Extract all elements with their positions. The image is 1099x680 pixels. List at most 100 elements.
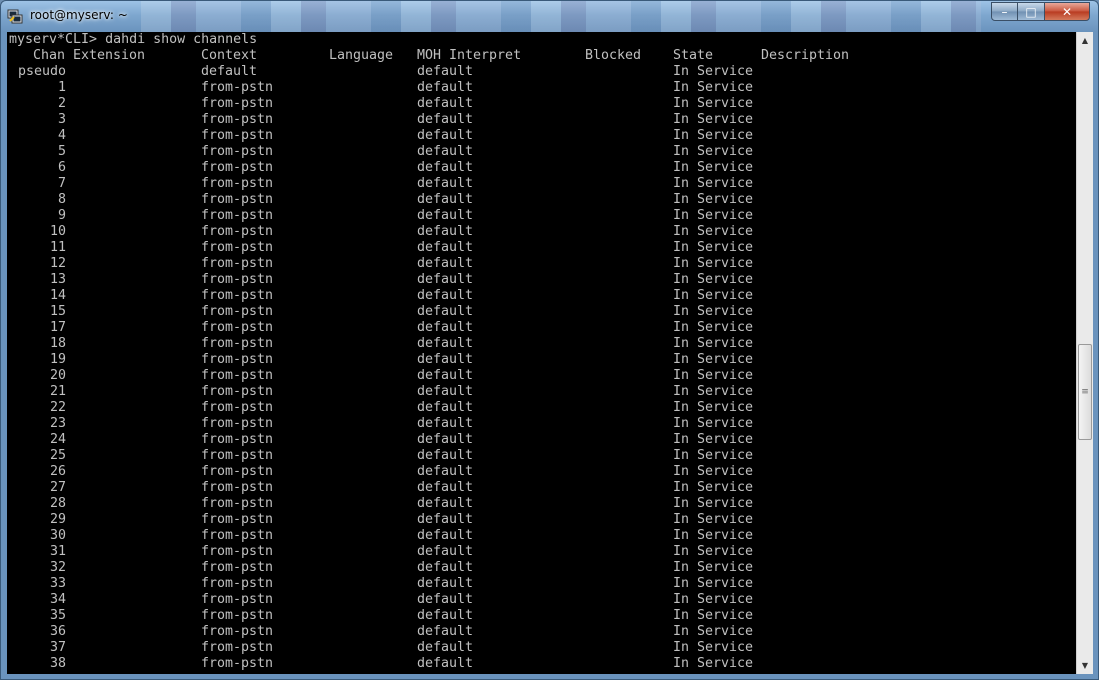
channel-state: In Service	[673, 480, 754, 495]
header-language: Language	[329, 48, 394, 63]
channel-moh-interpret: default	[417, 512, 474, 527]
channel-state: In Service	[673, 208, 754, 223]
putty-icon[interactable]	[7, 8, 23, 24]
channel-number: 25	[49, 448, 66, 463]
channel-number: 2	[57, 96, 66, 111]
channel-number: pseudo	[17, 64, 66, 79]
channel-moh-interpret: default	[417, 640, 474, 655]
channel-moh-interpret: default	[417, 208, 474, 223]
channel-moh-interpret: default	[417, 304, 474, 319]
channel-state: In Service	[673, 160, 754, 175]
channel-context: from-pstn	[201, 592, 274, 607]
vertical-scrollbar[interactable]: ▲ ≡ ▼	[1076, 32, 1093, 674]
channel-state: In Service	[673, 144, 754, 159]
channel-state: In Service	[673, 512, 754, 527]
channel-moh-interpret: default	[417, 384, 474, 399]
channel-context: from-pstn	[201, 528, 274, 543]
channel-number: 33	[49, 576, 66, 591]
channel-number: 18	[49, 336, 66, 351]
terminal-window: root@myserv: ~ – □ ✕ myserv*CLI> dahdi s…	[0, 0, 1099, 680]
channel-state: In Service	[673, 400, 754, 415]
channel-moh-interpret: default	[417, 80, 474, 95]
channel-context: from-pstn	[201, 320, 274, 335]
channel-moh-interpret: default	[417, 224, 474, 239]
close-button[interactable]: ✕	[1044, 2, 1090, 21]
channel-state: In Service	[673, 592, 754, 607]
channel-number: 27	[49, 480, 66, 495]
channel-moh-interpret: default	[417, 176, 474, 191]
scrollbar-thumb[interactable]: ≡	[1078, 344, 1092, 440]
channel-number: 14	[49, 288, 66, 303]
channel-number: 3	[57, 112, 66, 127]
channel-moh-interpret: default	[417, 544, 474, 559]
channel-context: from-pstn	[201, 128, 274, 143]
channel-context: from-pstn	[201, 288, 274, 303]
channel-moh-interpret: default	[417, 288, 474, 303]
channel-context: from-pstn	[201, 384, 274, 399]
channel-moh-interpret: default	[417, 272, 474, 287]
channel-context: from-pstn	[201, 576, 274, 591]
channel-state: In Service	[673, 192, 754, 207]
channel-number: 24	[49, 432, 66, 447]
channel-moh-interpret: default	[417, 464, 474, 479]
channel-moh-interpret: default	[417, 64, 474, 79]
channel-context: from-pstn	[201, 304, 274, 319]
channel-context: from-pstn	[201, 400, 274, 415]
scroll-up-button[interactable]: ▲	[1077, 32, 1093, 49]
minimize-button[interactable]: –	[991, 2, 1018, 21]
channel-state: In Service	[673, 608, 754, 623]
channel-state: In Service	[673, 544, 754, 559]
channel-state: In Service	[673, 128, 754, 143]
header-state: State	[673, 48, 714, 63]
header-blocked: Blocked	[585, 48, 642, 63]
title-bar[interactable]: root@myserv: ~ – □ ✕	[1, 1, 1098, 32]
terminal-output[interactable]: myserv*CLI> dahdi show channels Chan Ext…	[7, 32, 1076, 674]
maximize-button[interactable]: □	[1017, 2, 1045, 21]
maximize-icon: □	[1025, 4, 1037, 19]
channel-number: 4	[57, 128, 66, 143]
channel-context: from-pstn	[201, 256, 274, 271]
channel-number: 20	[49, 368, 66, 383]
channel-context: from-pstn	[201, 208, 274, 223]
channel-state: In Service	[673, 320, 754, 335]
channel-context: from-pstn	[201, 560, 274, 575]
channel-state: In Service	[673, 448, 754, 463]
channel-moh-interpret: default	[417, 416, 474, 431]
channel-context: from-pstn	[201, 176, 274, 191]
channel-context: from-pstn	[201, 496, 274, 511]
channel-number: 19	[49, 352, 66, 367]
channel-moh-interpret: default	[417, 592, 474, 607]
channel-moh-interpret: default	[417, 320, 474, 335]
channel-state: In Service	[673, 640, 754, 655]
channel-number: 28	[49, 496, 66, 511]
channel-context: from-pstn	[201, 432, 274, 447]
channel-moh-interpret: default	[417, 96, 474, 111]
window-title: root@myserv: ~	[30, 8, 128, 22]
scroll-down-button[interactable]: ▼	[1077, 657, 1093, 674]
channel-number: 13	[49, 272, 66, 287]
channel-moh-interpret: default	[417, 144, 474, 159]
channel-context: from-pstn	[201, 464, 274, 479]
channel-state: In Service	[673, 464, 754, 479]
channel-number: 1	[57, 80, 66, 95]
channel-context: from-pstn	[201, 240, 274, 255]
channel-moh-interpret: default	[417, 256, 474, 271]
channel-moh-interpret: default	[417, 192, 474, 207]
channel-moh-interpret: default	[417, 432, 474, 447]
channel-number: 38	[49, 656, 66, 671]
header-chan: Chan	[33, 48, 66, 63]
channel-context: from-pstn	[201, 544, 274, 559]
channel-state: In Service	[673, 352, 754, 367]
title-bar-background	[141, 1, 981, 32]
channel-number: 8	[57, 192, 66, 207]
channel-number: 23	[49, 416, 66, 431]
channel-context: from-pstn	[201, 112, 274, 127]
channel-state: In Service	[673, 528, 754, 543]
channel-state: In Service	[673, 576, 754, 591]
channel-number: 11	[49, 240, 66, 255]
channel-number: 31	[49, 544, 66, 559]
channel-context: from-pstn	[201, 640, 274, 655]
channel-moh-interpret: default	[417, 560, 474, 575]
header-extension: Extension	[73, 48, 146, 63]
channel-number: 32	[49, 560, 66, 575]
